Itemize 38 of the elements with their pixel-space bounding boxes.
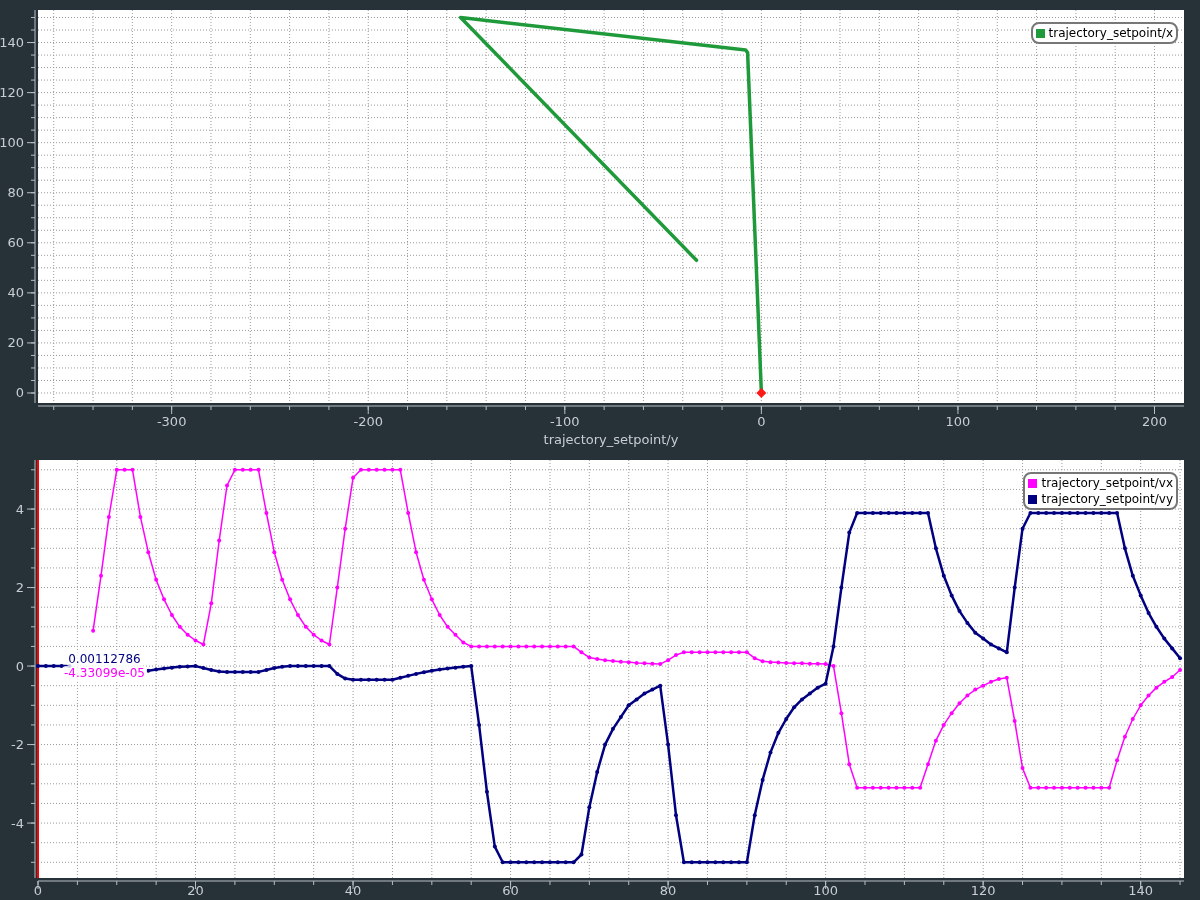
axis-label: trajectory_setpoint/y	[543, 432, 679, 447]
tick-label: 140	[0, 35, 24, 51]
tick-label: 100	[0, 135, 24, 151]
tick-label: 4	[15, 501, 24, 517]
position-marker	[756, 388, 767, 398]
tick-label: -300	[156, 414, 187, 429]
legend-label[interactable]: trajectory_setpoint/x	[1048, 25, 1173, 41]
legend-swatch-icon	[1035, 28, 1045, 38]
tick-label: 2	[15, 580, 24, 596]
tick-label: 120	[970, 883, 996, 898]
legend-label[interactable]: trajectory_setpoint/vy	[1041, 491, 1173, 507]
tracker-value: 0.00112786	[66, 652, 143, 667]
tick-label: 40	[7, 285, 24, 301]
tracker-value: -4.33099e-05	[62, 666, 147, 681]
tick-label: 140	[1128, 883, 1154, 898]
tick-label: -4	[11, 815, 24, 831]
tick-label: 200	[1142, 414, 1167, 429]
tick-label: 100	[813, 883, 839, 898]
tick-label: 80	[7, 185, 24, 201]
legend-label[interactable]: trajectory_setpoint/vx	[1041, 475, 1173, 491]
tick-label: 60	[502, 883, 519, 898]
tick-label: -200	[353, 414, 383, 429]
legend-swatch-icon	[1028, 478, 1038, 488]
tick-label: -2	[11, 737, 24, 753]
tick-label: 20	[7, 335, 24, 351]
legend-swatch-icon	[1028, 494, 1038, 504]
tick-label: 120	[0, 85, 24, 101]
tick-label: -100	[550, 414, 580, 429]
tick-label: 0	[33, 883, 43, 898]
tick-label: 0	[15, 658, 24, 674]
tick-label: 60	[7, 235, 24, 251]
tick-label: 20	[187, 883, 204, 898]
tick-label: 0	[757, 414, 766, 429]
tick-label: 0	[15, 385, 24, 401]
tick-label: 40	[344, 883, 362, 898]
tracker-line[interactable]	[37, 459, 39, 879]
tick-label: 100	[945, 414, 971, 429]
tick-label: 80	[659, 883, 677, 898]
